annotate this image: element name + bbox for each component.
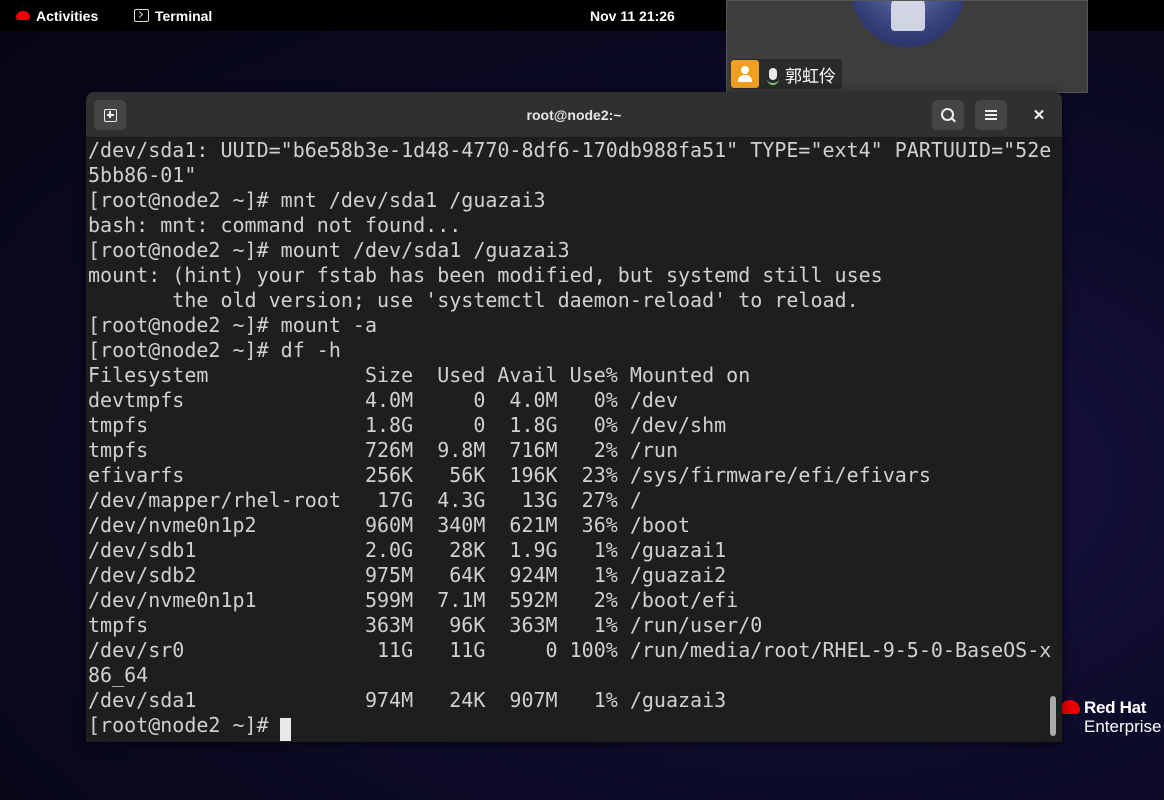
window-title: root@node2:~ [526, 107, 622, 123]
terminal-line: [root@node2 ~]# df -h [88, 338, 341, 362]
redhat-hat-icon [1060, 700, 1080, 714]
search-icon [940, 107, 954, 121]
terminal-line: mount: (hint) your fstab has been modifi… [88, 263, 883, 287]
terminal-body[interactable]: /dev/sda1: UUID="b6e58b3e-1d48-4770-8df6… [86, 138, 1062, 742]
terminal-line: tmpfs 1.8G 0 1.8G 0% /dev/shm [88, 413, 727, 437]
close-button[interactable]: ✕ [1024, 100, 1054, 130]
terminal-line: tmpfs 363M 96K 363M 1% /run/user/0 [88, 613, 763, 637]
terminal-line: bash: mnt: command not found... [88, 213, 462, 237]
terminal-line: [root@node2 ~]# mnt /dev/sda1 /guazai3 [88, 188, 546, 212]
terminal-line: devtmpfs 4.0M 0 4.0M 0% /dev [88, 388, 679, 412]
activities-label: Activities [36, 7, 99, 24]
terminal-line: 5bb86-01" [88, 163, 197, 187]
terminal-line: /dev/sda1 974M 24K 907M 1% /guazai3 [88, 688, 727, 712]
terminal-line: [root@node2 ~]# mount -a [88, 313, 377, 337]
participant-name: 郭虹伶 [785, 66, 836, 86]
search-button[interactable] [932, 100, 964, 130]
terminal-window[interactable]: root@node2:~ ✕ /dev/sda1: UUID="b6e58b3e… [86, 92, 1062, 742]
terminal-line: tmpfs 726M 9.8M 716M 2% /run [88, 438, 679, 462]
branding-line2: Enterprise [1084, 717, 1162, 736]
new-tab-icon [103, 108, 117, 122]
terminal-line: [root@node2 ~]# [88, 713, 281, 737]
close-icon: ✕ [1032, 107, 1046, 124]
participant-namebar: 郭虹伶 [731, 59, 842, 89]
terminal-line: /dev/sdb1 2.0G 28K 1.9G 1% /guazai1 [88, 538, 727, 562]
terminal-line: /dev/sr0 11G 11G 0 100% /run/media/root/… [88, 638, 1052, 662]
app-menu-terminal[interactable]: Terminal [134, 0, 212, 31]
terminal-icon [134, 9, 149, 22]
clock[interactable]: Nov 11 21:26 [590, 0, 675, 31]
terminal-line: /dev/mapper/rhel-root 17G 4.3G 13G 27% / [88, 488, 642, 512]
terminal-line: 86_64 [88, 663, 149, 687]
terminal-cursor [280, 718, 291, 741]
branding-line1: Red Hat [1084, 698, 1147, 717]
terminal-line: the old version; use 'systemctl daemon-r… [88, 288, 859, 312]
terminal-line: /dev/sda1: UUID="b6e58b3e-1d48-4770-8df6… [88, 138, 1052, 162]
terminal-line: /dev/nvme0n1p1 599M 7.1M 592M 2% /boot/e… [88, 588, 739, 612]
terminal-scrollbar[interactable] [1050, 696, 1056, 736]
terminal-line: efivarfs 256K 56K 196K 23% /sys/firmware… [88, 463, 931, 487]
hamburger-menu-icon [985, 110, 997, 120]
redhat-logo-icon [16, 11, 30, 20]
user-icon [731, 60, 759, 88]
menu-button[interactable] [975, 100, 1007, 130]
new-tab-button[interactable] [94, 100, 126, 130]
window-headerbar[interactable]: root@node2:~ ✕ [86, 92, 1062, 138]
participant-video [851, 1, 965, 47]
terminal-output[interactable]: /dev/sda1: UUID="b6e58b3e-1d48-4770-8df6… [88, 138, 1052, 738]
terminal-line: [root@node2 ~]# mount /dev/sda1 /guazai3 [88, 238, 570, 262]
video-call-overlay[interactable]: 郭虹伶 [726, 0, 1088, 93]
terminal-line: Filesystem Size Used Avail Use% Mounted … [88, 363, 751, 387]
terminal-line: /dev/nvme0n1p2 960M 340M 621M 36% /boot [88, 513, 691, 537]
activities-button[interactable]: Activities [16, 0, 98, 31]
terminal-line: /dev/sdb2 975M 64K 924M 1% /guazai2 [88, 563, 727, 587]
app-name-label: Terminal [155, 7, 213, 24]
microphone-icon [767, 68, 779, 85]
